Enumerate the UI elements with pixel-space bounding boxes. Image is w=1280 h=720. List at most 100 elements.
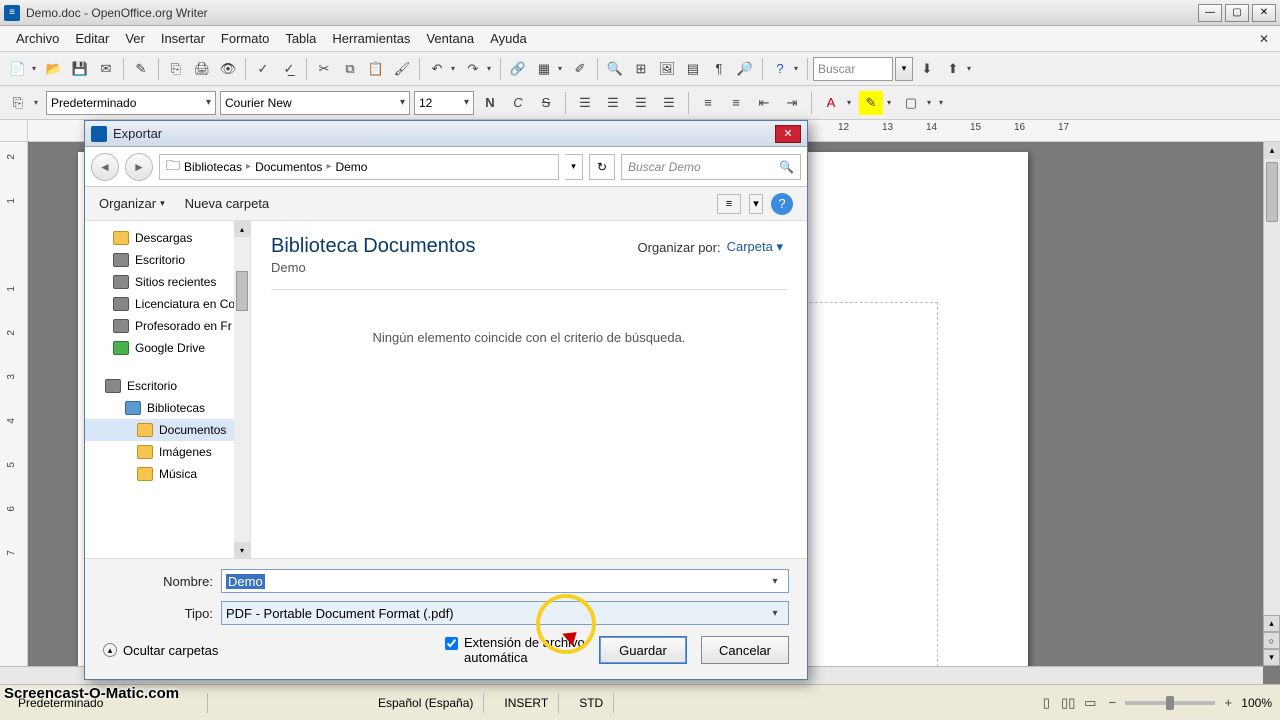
export-pdf-icon[interactable]: ⎘ [164,57,188,81]
tree-item-music[interactable]: Música [85,463,250,485]
tree-item-recent[interactable]: Sitios recientes [85,271,250,293]
view-mode-button[interactable]: ≡ [717,194,741,214]
font-size-combo[interactable]: 12▾ [414,91,474,115]
copy-icon[interactable]: ⧉ [338,57,362,81]
view-book-icon[interactable]: ▭ [1081,694,1099,712]
format-paint-icon[interactable]: 🖌 [390,57,414,81]
bold-icon[interactable]: N [478,91,502,115]
zoom-out-icon[interactable]: − [1103,694,1121,712]
redo-icon[interactable]: ↷ [461,57,485,81]
auto-ext-check[interactable] [445,637,458,650]
format-overflow-icon[interactable]: ▾ [939,98,947,107]
tree-item-libraries[interactable]: Bibliotecas [85,397,250,419]
undo-icon[interactable]: ↶ [425,57,449,81]
bg-color-drop-icon[interactable]: ▾ [927,98,935,107]
new-folder-button[interactable]: Nueva carpeta [185,196,270,211]
nav-back-button[interactable]: ◄ [91,153,119,181]
styles-drop-icon[interactable]: ▾ [34,98,42,107]
language-status[interactable]: Español (España) [368,693,484,713]
menu-help[interactable]: Ayuda [482,28,535,49]
vertical-scrollbar[interactable]: ▴ ▾ [1263,142,1280,666]
zoom-in-icon[interactable]: + [1219,694,1237,712]
scroll-thumb[interactable] [1266,162,1278,222]
align-center-icon[interactable]: ☰ [601,91,625,115]
table-icon[interactable]: ▦ [532,57,556,81]
menu-window[interactable]: Ventana [418,28,482,49]
file-list[interactable]: Biblioteca Documentos Demo Organizar por… [251,221,807,558]
highlight-drop-icon[interactable]: ▾ [887,98,895,107]
toolbar-overflow-icon[interactable]: ▾ [967,64,975,73]
search-up-icon[interactable]: ⬆ [941,57,965,81]
menu-insert[interactable]: Insertar [153,28,213,49]
hide-folders-toggle[interactable]: ▴ Ocultar carpetas [103,643,218,658]
datasource-icon[interactable]: ▤ [681,57,705,81]
new-doc-icon[interactable]: 📄 [6,57,30,81]
auto-extension-checkbox[interactable]: Extensión de archivo automática [445,635,585,665]
organize-by-value[interactable]: Carpeta ▾ [727,239,783,255]
navigator-icon[interactable]: ⊞ [629,57,653,81]
redo-drop-icon[interactable]: ▾ [487,64,495,73]
breadcrumb[interactable]: 🗀 Bibliotecas ▸ Documentos ▸ Demo [159,154,559,180]
help-drop-icon[interactable]: ▾ [794,64,802,73]
search-icon[interactable]: 🔍 [779,160,794,174]
tree-scrollbar[interactable]: ▴ ▾ [234,221,250,558]
vertical-ruler[interactable]: 2 1 1 2 3 4 5 6 7 [0,142,28,684]
selection-mode-status[interactable]: STD [569,693,614,713]
save-button[interactable]: Guardar [599,636,687,664]
nav-forward-button[interactable]: ► [125,153,153,181]
table-drop-icon[interactable]: ▾ [558,64,566,73]
align-left-icon[interactable]: ☰ [573,91,597,115]
underline-icon[interactable]: S [534,91,558,115]
breadcrumb-item[interactable]: Bibliotecas [184,160,242,174]
maximize-button[interactable]: ▢ [1225,4,1249,22]
edit-mode-icon[interactable]: ✎ [129,57,153,81]
spellcheck-icon[interactable]: ✓ [251,57,275,81]
search-drop-icon[interactable]: ▾ [895,57,913,81]
chevron-down-icon[interactable]: ▾ [460,97,469,108]
nonprint-icon[interactable]: ¶ [707,57,731,81]
refresh-button[interactable]: ↻ [589,154,615,180]
font-color-drop-icon[interactable]: ▾ [847,98,855,107]
insert-mode-status[interactable]: INSERT [494,693,559,713]
draw-icon[interactable]: ✐ [568,57,592,81]
menu-table[interactable]: Tabla [277,28,324,49]
numbered-list-icon[interactable]: ≡ [696,91,720,115]
folder-tree[interactable]: Descargas Escritorio Sitios recientes Li… [85,221,251,558]
undo-drop-icon[interactable]: ▾ [451,64,459,73]
indent-icon[interactable]: ⇥ [780,91,804,115]
save-icon[interactable]: 💾 [68,57,92,81]
dialog-close-button[interactable]: ✕ [775,125,801,143]
tree-scroll-up-icon[interactable]: ▴ [234,221,250,237]
chevron-down-icon[interactable]: ▾ [766,608,784,619]
view-multi-icon[interactable]: ▯▯ [1059,694,1077,712]
align-justify-icon[interactable]: ☰ [657,91,681,115]
email-icon[interactable]: ✉ [94,57,118,81]
font-name-combo[interactable]: Courier New▾ [220,91,410,115]
styles-icon[interactable]: ⎘ [6,91,30,115]
outdent-icon[interactable]: ⇤ [752,91,776,115]
tree-scroll-down-icon[interactable]: ▾ [234,542,250,558]
find-icon[interactable]: 🔍 [603,57,627,81]
nav-center-icon[interactable]: ○ [1263,632,1280,649]
paste-icon[interactable]: 📋 [364,57,388,81]
tree-item-images[interactable]: Imágenes [85,441,250,463]
search-down-icon[interactable]: ⬇ [915,57,939,81]
scroll-up-icon[interactable]: ▴ [1264,142,1280,159]
print-icon[interactable]: 🖨 [190,57,214,81]
document-close-icon[interactable]: ✕ [1256,31,1272,47]
chevron-down-icon[interactable]: ▾ [202,97,211,108]
highlight-icon[interactable]: ✎ [859,91,883,115]
paragraph-style-combo[interactable]: Predeterminado▾ [46,91,216,115]
tree-item-gdrive[interactable]: Google Drive [85,337,250,359]
breadcrumb-item[interactable]: Documentos [255,160,322,174]
menu-tools[interactable]: Herramientas [324,28,418,49]
italic-icon[interactable]: C [506,91,530,115]
align-right-icon[interactable]: ☰ [629,91,653,115]
zoom-slider[interactable] [1125,701,1215,705]
help-button[interactable]: ? [771,193,793,215]
filetype-combo[interactable]: PDF - Portable Document Format (.pdf) ▾ [221,601,789,625]
tree-item-desktop[interactable]: Escritorio [85,249,250,271]
chevron-down-icon[interactable]: ▾ [766,576,784,587]
filename-input[interactable]: Demo ▾ [221,569,789,593]
menu-view[interactable]: Ver [117,28,153,49]
